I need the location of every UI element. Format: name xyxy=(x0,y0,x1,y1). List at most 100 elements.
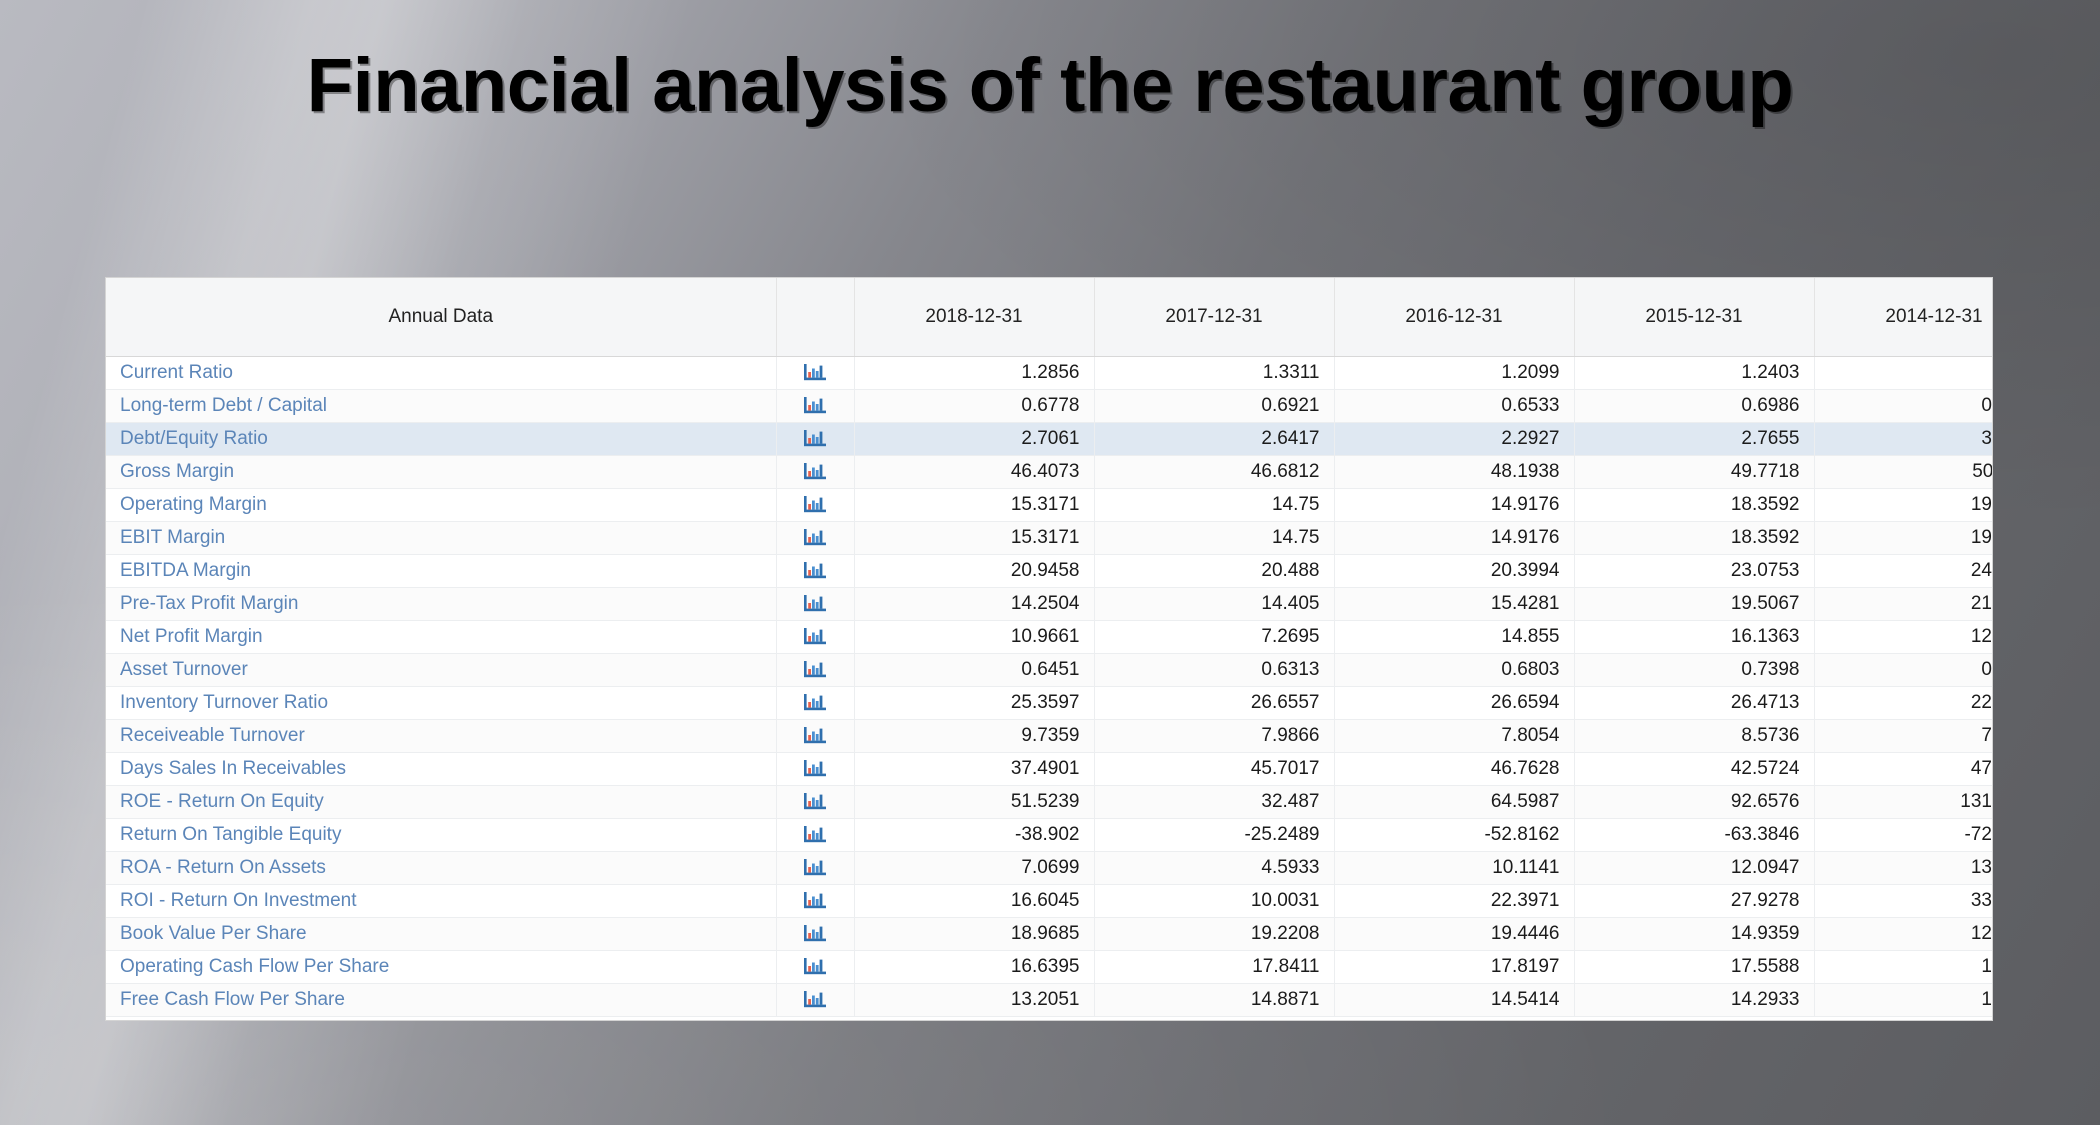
table-row[interactable]: Debt/Equity Ratio 2.7061 2.6417 2.2927 2.765… xyxy=(106,422,1992,456)
column-header-year-2015-12-31[interactable]: 2015-12-31 xyxy=(1574,278,1815,357)
row-label-link[interactable]: Days Sales In Receivables xyxy=(106,752,777,786)
row-label-link[interactable]: Debt/Equity Ratio xyxy=(106,422,777,456)
row-chart-cell[interactable] xyxy=(776,455,855,489)
bar-chart-icon[interactable] xyxy=(804,627,826,645)
table-row[interactable]: Pre-Tax Profit Margin 14.2504 14.405 15.428… xyxy=(106,587,1992,621)
row-chart-cell[interactable] xyxy=(776,686,855,720)
row-label-link[interactable]: Current Ratio xyxy=(106,356,777,390)
table-row[interactable]: Gross Margin 46.4073 46.6812 48.1938 49.7718… xyxy=(106,455,1992,489)
row-label-link[interactable]: Operating Margin xyxy=(106,488,777,522)
row-label-link[interactable]: ROI - Return On Investment xyxy=(106,884,777,918)
value-cell: 18.9685 xyxy=(854,917,1095,951)
column-header-year-2014-12-31[interactable]: 2014-12-31 xyxy=(1814,278,1992,357)
row-chart-cell[interactable] xyxy=(776,488,855,522)
table-row[interactable]: Long-term Debt / Capital 0.6778 0.6921 0.65… xyxy=(106,389,1992,423)
row-label-link[interactable]: EBITDA Margin xyxy=(106,554,777,588)
row-label-link[interactable]: Operating Cash Flow Per Share xyxy=(106,950,777,984)
table-row[interactable]: Operating Margin 15.3171 14.75 14.9176 18.35… xyxy=(106,488,1992,522)
bar-chart-icon[interactable] xyxy=(804,990,826,1008)
row-chart-cell[interactable] xyxy=(776,818,855,852)
row-label-link[interactable]: Receiveable Turnover xyxy=(106,719,777,753)
row-label-link[interactable]: ROA - Return On Assets xyxy=(106,851,777,885)
row-label-link[interactable]: Net Profit Margin xyxy=(106,620,777,654)
row-label-link[interactable]: Long-term Debt / Capital xyxy=(106,389,777,423)
table-row[interactable]: Return On Tangible Equity -38.902 -25.2489… xyxy=(106,818,1992,852)
row-label-link[interactable]: EBIT Margin xyxy=(106,521,777,555)
bar-chart-icon[interactable] xyxy=(804,924,826,942)
bar-chart-icon[interactable] xyxy=(804,495,826,513)
row-chart-cell[interactable] xyxy=(776,851,855,885)
value-cell: 0.6778 xyxy=(854,389,1095,423)
bar-chart-icon[interactable] xyxy=(804,363,826,381)
value-cell: 51.5239 xyxy=(854,785,1095,819)
column-header-year-2016-12-31[interactable]: 2016-12-31 xyxy=(1334,278,1575,357)
bar-chart-icon[interactable] xyxy=(804,726,826,744)
table-row[interactable]: Current Ratio 1.28561.33111.20991.24031.1… xyxy=(106,356,1992,390)
value-cell: 46.6812 xyxy=(1094,455,1335,489)
row-chart-cell[interactable] xyxy=(776,389,855,423)
row-chart-cell[interactable] xyxy=(776,983,855,1017)
column-header-annual-data[interactable]: Annual Data xyxy=(106,278,777,357)
table-row[interactable]: Net Profit Margin 10.9661 7.2695 14.855 16.1… xyxy=(106,620,1992,654)
bar-chart-icon[interactable] xyxy=(804,660,826,678)
bar-chart-icon[interactable] xyxy=(804,759,826,777)
value-cell: 92.6576 xyxy=(1574,785,1815,819)
bar-chart-icon[interactable] xyxy=(804,957,826,975)
table-row[interactable]: EBIT Margin 15.317114.7514.917618.359219.… xyxy=(106,521,1992,555)
row-chart-cell[interactable] xyxy=(776,587,855,621)
table-row[interactable]: Days Sales In Receivables 37.4901 45.7017 4… xyxy=(106,752,1992,786)
value-cell: 13.2051 xyxy=(854,983,1095,1017)
row-chart-cell[interactable] xyxy=(776,719,855,753)
value-cell: 17.8197 xyxy=(1334,950,1575,984)
row-label-link[interactable]: Asset Turnover xyxy=(106,653,777,687)
value-cell: 46.4073 xyxy=(854,455,1095,489)
row-chart-cell[interactable] xyxy=(776,521,855,555)
row-chart-cell[interactable] xyxy=(776,620,855,654)
bar-chart-icon[interactable] xyxy=(804,396,826,414)
table-row[interactable]: ROE - Return On Equity 51.5239 32.487 64.59… xyxy=(106,785,1992,819)
table-row[interactable]: Inventory Turnover Ratio 25.3597 26.6557 26… xyxy=(106,686,1992,720)
bar-chart-icon[interactable] xyxy=(804,891,826,909)
row-chart-cell[interactable] xyxy=(776,356,855,390)
row-label-link[interactable]: Pre-Tax Profit Margin xyxy=(106,587,777,621)
row-label-link[interactable]: ROE - Return On Equity xyxy=(106,785,777,819)
row-chart-cell[interactable] xyxy=(776,752,855,786)
row-label-link[interactable]: Inventory Turnover Ratio xyxy=(106,686,777,720)
column-header-year-2017-12-31[interactable]: 2017-12-31 xyxy=(1094,278,1335,357)
table-row[interactable]: ROA - Return On Assets 7.0699 4.5933 10.114… xyxy=(106,851,1992,885)
row-label-link[interactable]: Gross Margin xyxy=(106,455,777,489)
bar-chart-icon[interactable] xyxy=(804,462,826,480)
value-cell: 18.3592 xyxy=(1574,488,1815,522)
row-label-link[interactable]: Free Cash Flow Per Share xyxy=(106,983,777,1017)
table-row[interactable]: Asset Turnover 0.64510.63130.68030.73980.… xyxy=(106,653,1992,687)
value-cell: -25.2489 xyxy=(1094,818,1335,852)
bar-chart-icon[interactable] xyxy=(804,858,826,876)
row-label-link[interactable]: Return On Tangible Equity xyxy=(106,818,777,852)
table-row[interactable]: Book Value Per Share 18.9685 19.2208 19.444… xyxy=(106,917,1992,951)
value-cell: 0.7444 xyxy=(1814,389,1992,423)
bar-chart-icon[interactable] xyxy=(804,693,826,711)
table-row[interactable]: Receiveable Turnover 9.7359 7.9866 7.8054 8.… xyxy=(106,719,1992,753)
column-header-year-2018-12-31[interactable]: 2018-12-31 xyxy=(854,278,1095,357)
row-label-link[interactable]: Book Value Per Share xyxy=(106,917,777,951)
table-row[interactable]: Operating Cash Flow Per Share 16.6395 17.8… xyxy=(106,950,1992,984)
bar-chart-icon[interactable] xyxy=(804,792,826,810)
bar-chart-icon[interactable] xyxy=(804,561,826,579)
bar-chart-icon[interactable] xyxy=(804,429,826,447)
bar-chart-icon[interactable] xyxy=(804,825,826,843)
row-chart-cell[interactable] xyxy=(776,884,855,918)
value-cell: 131.0945 xyxy=(1814,785,1992,819)
row-chart-cell[interactable] xyxy=(776,653,855,687)
table-row[interactable]: ROI - Return On Investment 16.6045 10.0031… xyxy=(106,884,1992,918)
bar-chart-icon[interactable] xyxy=(804,528,826,546)
row-chart-cell[interactable] xyxy=(776,917,855,951)
bar-chart-icon[interactable] xyxy=(804,594,826,612)
value-cell: 26.4713 xyxy=(1574,686,1815,720)
row-chart-cell[interactable] xyxy=(776,422,855,456)
row-chart-cell[interactable] xyxy=(776,554,855,588)
row-chart-cell[interactable] xyxy=(776,950,855,984)
value-cell: 23.0753 xyxy=(1574,554,1815,588)
row-chart-cell[interactable] xyxy=(776,785,855,819)
table-row[interactable]: EBITDA Margin 20.9458 20.488 20.3994 23.0753… xyxy=(106,554,1992,588)
table-row[interactable]: Free Cash Flow Per Share 13.2051 14.8871 14… xyxy=(106,983,1992,1017)
